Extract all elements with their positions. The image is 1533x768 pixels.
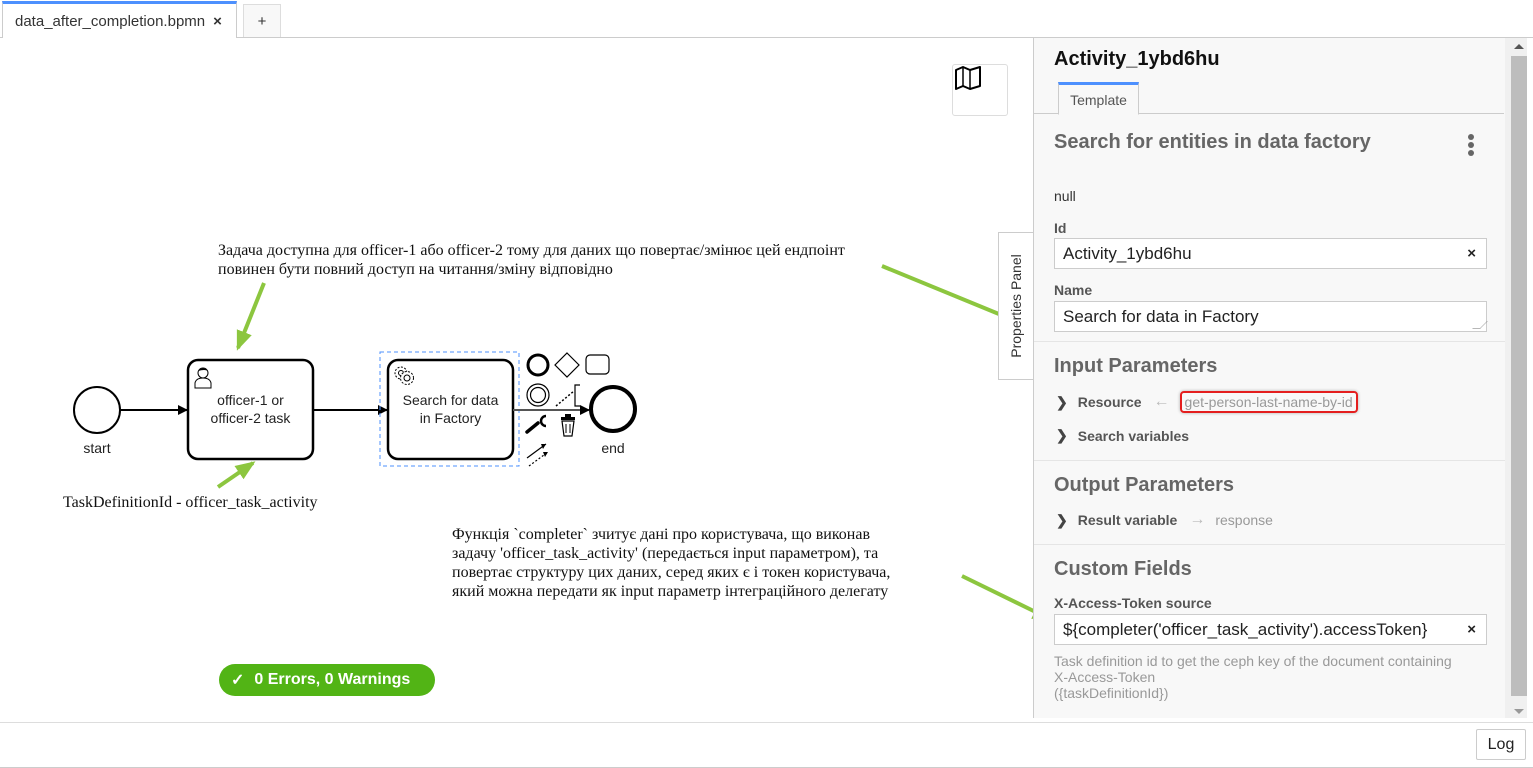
arrow-right-icon: → (1189, 511, 1206, 528)
element-id-title: Activity_1ybd6hu (1054, 48, 1220, 70)
id-field[interactable]: Activity_1ybd6hu × (1054, 238, 1487, 269)
append-task-icon[interactable] (585, 354, 610, 375)
properties-tabs: Template (1034, 82, 1504, 115)
tab-label: data_after_completion.bpmn (15, 12, 206, 30)
end-event[interactable] (589, 385, 637, 433)
resource-value: get-person-last-name-by-id (1179, 391, 1358, 413)
checkmark-icon: ✓ (231, 672, 245, 689)
service-task-label: Search for data in Factory (402, 392, 499, 426)
annotation-completer: Функція `completer` зчитує дані про кори… (452, 526, 891, 600)
annotation-task-definition: TaskDefinitionId - officer_task_activity (63, 494, 318, 511)
status-bar: Log (0, 722, 1533, 768)
input-search-variables-row[interactable]: ❯ Search variables (1056, 427, 1189, 444)
start-event-label: start (83, 440, 111, 456)
clear-id-icon[interactable]: × (1467, 245, 1476, 262)
start-event[interactable] (73, 386, 121, 434)
add-tab-button[interactable]: + (243, 4, 281, 37)
result-variable-value: response (1215, 512, 1273, 528)
properties-panel: Activity_1ybd6hu Template Search for ent… (1033, 38, 1527, 718)
append-end-event-icon[interactable] (526, 353, 550, 377)
diagram-canvas[interactable]: start officer-1 or officer-2 task Search… (0, 38, 1033, 722)
tab-data-after-completion[interactable]: data_after_completion.bpmn × (2, 1, 237, 38)
scroll-down-icon[interactable] (1514, 709, 1524, 714)
chevron-right-icon: ❯ (1056, 393, 1068, 410)
id-label: Id (1054, 220, 1067, 236)
map-icon (955, 66, 981, 90)
template-menu-icon[interactable] (1466, 134, 1476, 158)
arrow-left-icon: ← (1153, 393, 1170, 410)
token-source-description: Task definition id to get the ceph key o… (1054, 653, 1452, 701)
bpmn-modeler: data_after_completion.bpmn × + start off… (0, 0, 1533, 768)
name-label: Name (1054, 282, 1093, 298)
template-description: null (1054, 188, 1076, 204)
annotation-arrow-taskdef (216, 461, 256, 489)
minimap-toggle-button[interactable] (952, 64, 1008, 116)
properties-panel-toggle[interactable]: Properties Panel (998, 232, 1033, 380)
output-result-variable-row[interactable]: ❯ Result variable → response (1056, 511, 1273, 529)
token-source-field[interactable]: ${completer('officer_task_activity').acc… (1054, 614, 1487, 645)
resize-handle-icon[interactable] (1472, 321, 1488, 329)
close-icon[interactable]: × (213, 13, 222, 30)
append-intermediate-event-icon[interactable] (526, 383, 550, 407)
chevron-right-icon: ❯ (1056, 511, 1068, 528)
custom-fields-title: Custom Fields (1054, 558, 1192, 580)
wrench-icon[interactable] (525, 414, 547, 434)
panel-scrollbar[interactable] (1505, 38, 1527, 718)
annotation-arrow-completer (961, 574, 1033, 621)
divider (1034, 460, 1506, 461)
connect-icon[interactable] (526, 443, 549, 467)
template-name: Search for entities in data factory (1054, 131, 1371, 153)
clear-token-icon[interactable]: × (1467, 621, 1476, 638)
tab-template[interactable]: Template (1058, 82, 1139, 115)
user-task-label: officer-1 or officer-2 task (210, 392, 291, 426)
log-button[interactable]: Log (1476, 729, 1526, 760)
file-tabs: data_after_completion.bpmn × + (0, 0, 1533, 38)
scroll-up-icon[interactable] (1514, 44, 1524, 49)
token-source-label: X-Access-Token source (1054, 595, 1212, 611)
divider (1034, 544, 1506, 545)
name-field[interactable]: Search for data in Factory (1054, 301, 1488, 332)
output-parameters-title: Output Parameters (1054, 474, 1235, 496)
diagram-svg (73, 264, 1033, 621)
linting-status-label: 0 Errors, 0 Warnings (254, 671, 411, 688)
annotation-arrow-top (236, 282, 266, 351)
append-text-annotation-icon[interactable] (555, 384, 580, 407)
input-parameters-title: Input Parameters (1054, 355, 1218, 377)
end-event-label: end (601, 440, 625, 456)
input-resource-row[interactable]: ❯ Resource ← get-person-last-name-by-id (1056, 391, 1358, 413)
annotation-access: Задача доступна для officer-1 або office… (218, 242, 845, 278)
scrollbar-thumb[interactable] (1511, 56, 1527, 696)
chevron-right-icon: ❯ (1056, 427, 1068, 443)
append-gateway-icon[interactable] (554, 352, 580, 378)
linting-status-button[interactable]: ✓ 0 Errors, 0 Warnings (219, 664, 435, 696)
trash-icon[interactable] (561, 414, 575, 437)
divider (1034, 341, 1506, 342)
